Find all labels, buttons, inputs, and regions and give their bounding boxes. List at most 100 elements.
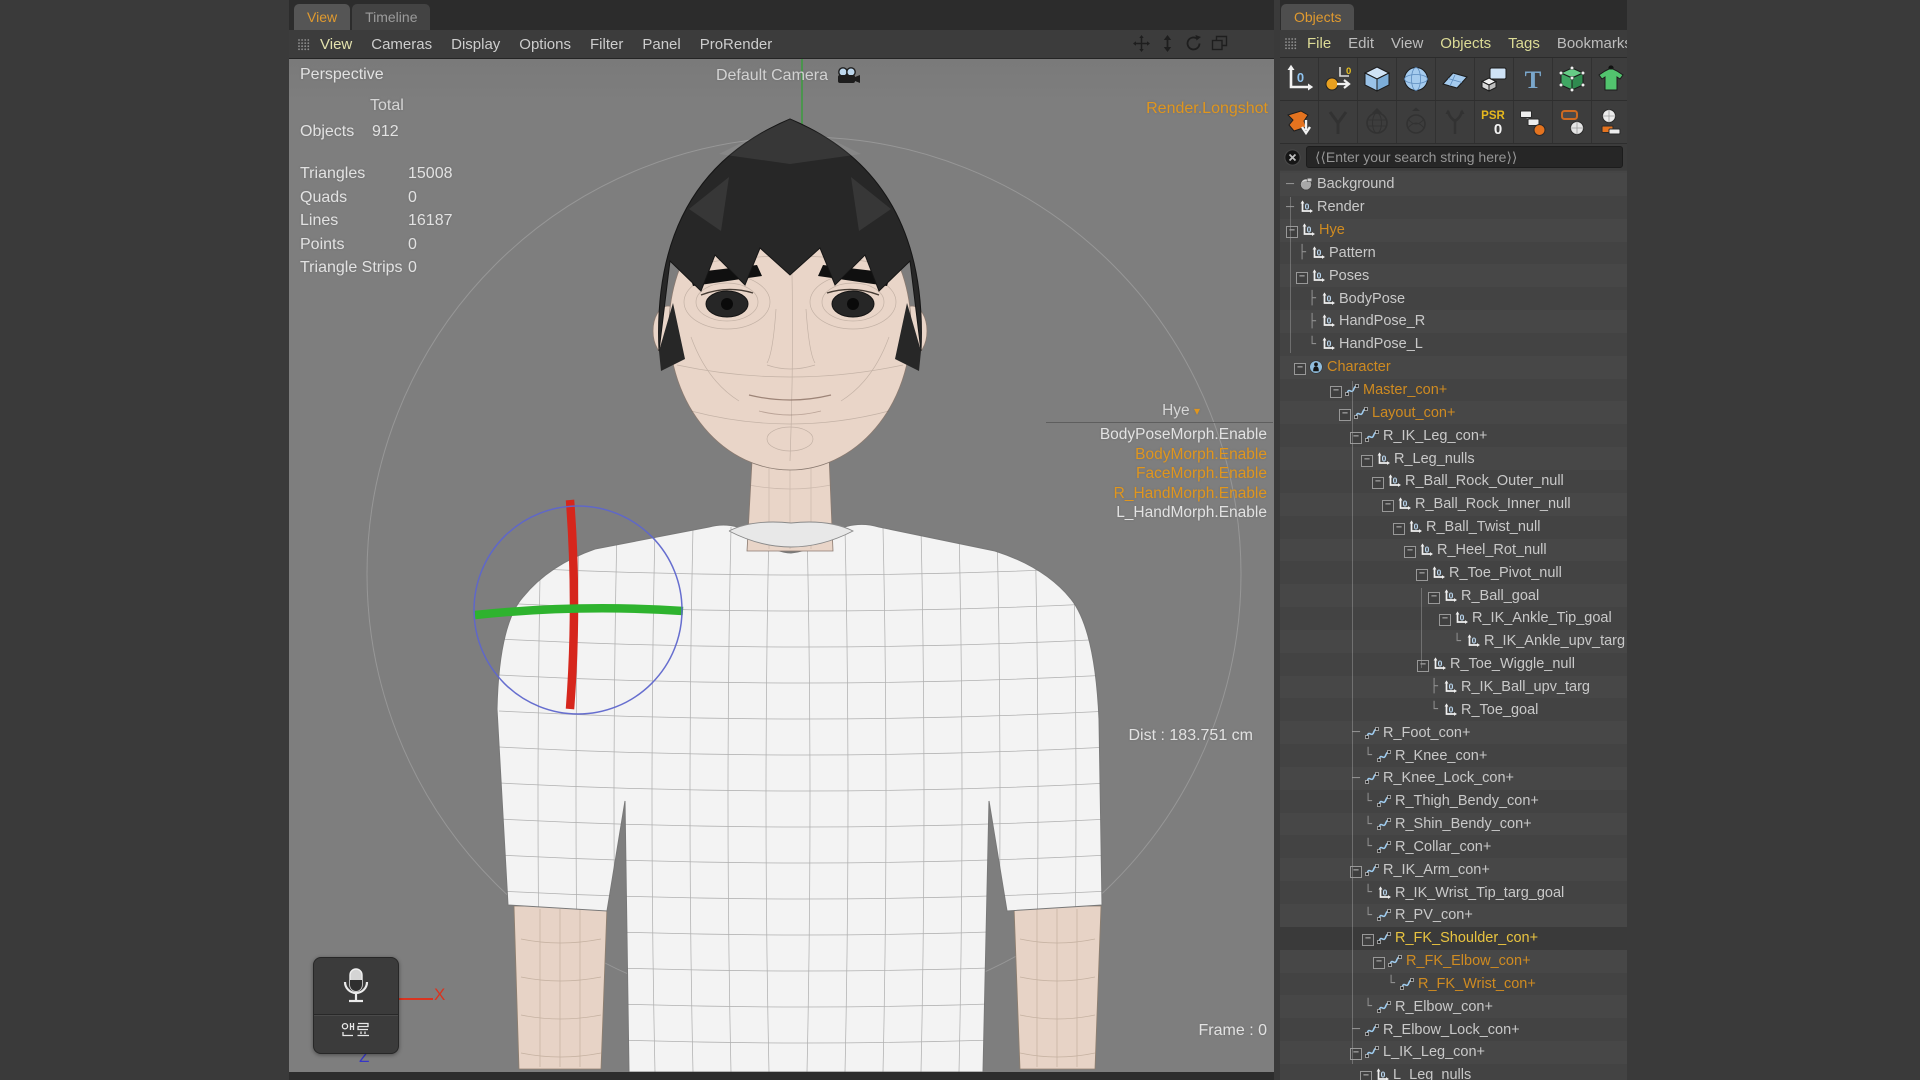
wrap-disabled-icon[interactable] xyxy=(1397,101,1436,143)
null-object-icon[interactable]: 0 xyxy=(1443,680,1458,694)
expander-icon[interactable]: − xyxy=(1416,656,1430,672)
chevron-down-icon[interactable]: ▾ xyxy=(1194,404,1200,418)
plane-icon[interactable] xyxy=(1436,58,1475,100)
tree-item-r-ball-rock-outer-null[interactable]: −0R_Ball_Rock_Outer_null xyxy=(1280,470,1627,493)
character-tag-icon[interactable] xyxy=(1592,101,1627,143)
tree-item-pattern[interactable]: ├0Pattern xyxy=(1280,242,1627,265)
tree-item-r-ik-wrist-tip-targ-goal[interactable]: └0R_IK_Wrist_Tip_targ_goal xyxy=(1280,881,1627,904)
spline-object-icon[interactable] xyxy=(1365,726,1380,740)
spline-object-icon[interactable] xyxy=(1377,817,1392,831)
cube-icon[interactable] xyxy=(1358,58,1397,100)
null-object-icon[interactable]: 0 xyxy=(1419,543,1434,557)
sphere-icon[interactable] xyxy=(1397,58,1436,100)
clear-search-icon[interactable] xyxy=(1284,149,1301,166)
tree-item-hye[interactable]: −0Hye xyxy=(1280,219,1627,242)
background-object-icon[interactable] xyxy=(1299,177,1314,191)
move-icon[interactable] xyxy=(1133,35,1150,52)
spline-object-icon[interactable] xyxy=(1365,863,1380,877)
tab-timeline[interactable]: Timeline xyxy=(352,4,430,30)
tree-item-handpose-l[interactable]: └0HandPose_L xyxy=(1280,333,1627,356)
morph-toggle[interactable]: R_HandMorph.Enable xyxy=(1100,484,1267,504)
null-object-icon[interactable]: 0 xyxy=(1280,58,1319,100)
tree-item-background[interactable]: ─Background xyxy=(1280,173,1627,196)
null-object-icon[interactable]: 0 xyxy=(1443,589,1458,603)
tree-item-r-collar-con-[interactable]: └R_Collar_con+ xyxy=(1280,835,1627,858)
search-input[interactable] xyxy=(1306,146,1623,168)
morph-toggle[interactable]: FaceMorph.Enable xyxy=(1100,464,1267,484)
voice-record-button[interactable] xyxy=(313,957,399,1054)
camera-label[interactable]: Default Camera xyxy=(716,67,828,85)
tree-item-character[interactable]: −Character xyxy=(1280,356,1627,379)
menu-filter[interactable]: Filter xyxy=(590,36,623,53)
tree-item-r-foot-con-[interactable]: ─R_Foot_con+ xyxy=(1280,721,1627,744)
tree-item-r-elbow-lock-con-[interactable]: ─R_Elbow_Lock_con+ xyxy=(1280,1018,1627,1041)
tree-item-handpose-r[interactable]: ├0HandPose_R xyxy=(1280,310,1627,333)
null-object-icon[interactable]: 0 xyxy=(1397,497,1412,511)
tree-item-r-toe-goal[interactable]: └0R_Toe_goal xyxy=(1280,698,1627,721)
menu-display[interactable]: Display xyxy=(451,36,500,53)
expander-icon[interactable]: − xyxy=(1381,496,1395,512)
dolly-icon[interactable] xyxy=(1159,35,1176,52)
menu-view[interactable]: View xyxy=(320,36,352,53)
expander-icon[interactable]: − xyxy=(1293,359,1307,375)
expander-icon[interactable]: − xyxy=(1338,405,1352,421)
tree-item-r-ik-leg-con-[interactable]: −R_IK_Leg_con+ xyxy=(1280,424,1627,447)
expander-icon[interactable]: − xyxy=(1438,610,1452,626)
null-object-icon[interactable]: 0 xyxy=(1387,474,1402,488)
null-object-icon[interactable]: 0 xyxy=(1321,314,1336,328)
tree-item-r-ik-arm-con-[interactable]: −R_IK_Arm_con+ xyxy=(1280,858,1627,881)
menu-tags[interactable]: Tags xyxy=(1508,35,1540,52)
spline-object-icon[interactable] xyxy=(1377,931,1392,945)
menu-bookmarks[interactable]: Bookmarks xyxy=(1557,35,1627,52)
morph-toggle[interactable]: BodyMorph.Enable xyxy=(1100,445,1267,465)
grip-icon[interactable] xyxy=(297,38,310,51)
null-object-icon[interactable]: 0 xyxy=(1301,223,1316,237)
deformer-cube-icon[interactable] xyxy=(1280,101,1319,143)
expander-icon[interactable]: − xyxy=(1360,451,1374,467)
expander-icon[interactable]: − xyxy=(1427,588,1441,604)
locator-icon[interactable]: 0 xyxy=(1319,58,1358,100)
expander-icon[interactable]: − xyxy=(1295,268,1309,284)
tree-item-layout-con-[interactable]: −Layout_con+ xyxy=(1280,401,1627,424)
camera-icon[interactable] xyxy=(836,67,862,85)
tab-objects[interactable]: Objects xyxy=(1281,4,1354,30)
expander-icon[interactable]: − xyxy=(1403,542,1417,558)
camera-label-row[interactable]: Default Camera xyxy=(619,67,959,85)
spline-object-icon[interactable] xyxy=(1377,840,1392,854)
tree-item-r-toe-wiggle-null[interactable]: −0R_Toe_Wiggle_null xyxy=(1280,653,1627,676)
tree-item-poses[interactable]: −0Poses xyxy=(1280,264,1627,287)
tree-item-r-ball-goal[interactable]: −0R_Ball_goal xyxy=(1280,584,1627,607)
tree-item-r-pv-con-[interactable]: └R_PV_con+ xyxy=(1280,904,1627,927)
instance-icon[interactable] xyxy=(1475,58,1514,100)
tree-item-r-ik-ankle-tip-goal[interactable]: −0R_IK_Ankle_Tip_goal xyxy=(1280,607,1627,630)
tree-item-render[interactable]: ─0Render xyxy=(1280,196,1627,219)
menu-view[interactable]: View xyxy=(1391,35,1423,52)
tree-item-r-toe-pivot-null[interactable]: −0R_Toe_Pivot_null xyxy=(1280,561,1627,584)
spline-object-icon[interactable] xyxy=(1400,977,1415,991)
split-disabled-icon[interactable] xyxy=(1436,101,1475,143)
spline-object-icon[interactable] xyxy=(1377,794,1392,808)
expander-icon[interactable]: − xyxy=(1329,382,1343,398)
menu-objects[interactable]: Objects xyxy=(1440,35,1491,52)
tree-item-l-leg-nulls[interactable]: −0L_Leg_nulls xyxy=(1280,1064,1627,1080)
psr-icon[interactable]: PSR0 xyxy=(1475,101,1514,143)
null-object-icon[interactable]: 0 xyxy=(1321,292,1336,306)
spline-object-icon[interactable] xyxy=(1365,1023,1380,1037)
spline-object-icon[interactable] xyxy=(1354,406,1369,420)
tree-item-r-fk-shoulder-con-[interactable]: −R_FK_Shoulder_con+ xyxy=(1280,927,1627,950)
maximize-icon[interactable] xyxy=(1211,35,1228,52)
tab-view[interactable]: View xyxy=(294,4,350,30)
spline-object-icon[interactable] xyxy=(1365,429,1380,443)
tree-item-r-leg-nulls[interactable]: −0R_Leg_nulls xyxy=(1280,447,1627,470)
morph-hud-title[interactable]: Hye ▾ xyxy=(1162,402,1200,420)
menu-edit[interactable]: Edit xyxy=(1348,35,1374,52)
expander-icon[interactable]: − xyxy=(1372,953,1386,969)
expander-icon[interactable]: − xyxy=(1371,473,1385,489)
globe-disabled-icon[interactable] xyxy=(1358,101,1397,143)
spline-object-icon[interactable] xyxy=(1365,771,1380,785)
null-object-icon[interactable]: 0 xyxy=(1299,200,1314,214)
menu-prorender[interactable]: ProRender xyxy=(700,36,773,53)
null-object-icon[interactable]: 0 xyxy=(1432,657,1447,671)
rotate-icon[interactable] xyxy=(1185,35,1202,52)
spline-object-icon[interactable] xyxy=(1388,954,1403,968)
